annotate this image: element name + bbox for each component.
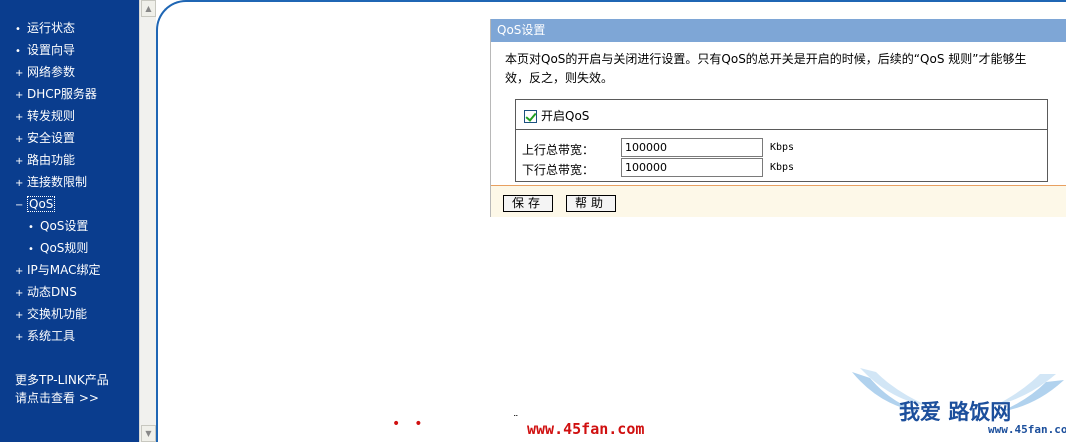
scroll-down-icon[interactable]: ▼ (141, 425, 156, 442)
panel-title: QoS设置 (491, 19, 1066, 42)
menu-list: • 运行状态 • 设置向导 + 网络参数 + DHCP服务器 + 转发规则 + 安全设置 +… (0, 0, 139, 347)
expand-icon: + (15, 156, 24, 167)
expand-icon: + (15, 288, 24, 299)
menu-item-label: 设置向导 (27, 43, 76, 57)
bullet-icon: • (15, 46, 21, 57)
expand-icon: + (15, 266, 24, 277)
menu-item-label: 连接数限制 (27, 175, 88, 189)
bullet-icon: • (15, 24, 21, 35)
download-label: 下行总带宽： (522, 163, 595, 177)
menu-item-ip-mac[interactable]: + IP与MAC绑定 (0, 259, 139, 281)
watermark-url: www.45fan.com (527, 420, 645, 438)
menu-item-routing[interactable]: + 路由功能 (0, 149, 139, 171)
upload-unit: Kbps (770, 142, 795, 153)
collapse-icon: − (15, 200, 24, 211)
enable-qos-label: 开启QoS (541, 109, 590, 123)
sidebar-scrollbar[interactable]: ▲ ▼ (139, 0, 156, 442)
menu-item-qos[interactable]: − QoS (0, 193, 139, 215)
menu-subitem-qos-settings[interactable]: • QoS设置 (0, 215, 139, 237)
save-button[interactable]: 保存 (503, 195, 553, 212)
menu-item-label: QoS规则 (40, 241, 89, 255)
upload-bandwidth-input[interactable] (621, 138, 763, 157)
click-to-view-link[interactable]: 请点击查看 >> (15, 389, 109, 407)
button-bar: 保存 帮助 (491, 189, 1066, 216)
menu-item-security[interactable]: + 安全设置 (0, 127, 139, 149)
upload-label: 上行总带宽： (522, 143, 595, 157)
menu-item-network[interactable]: + 网络参数 (0, 61, 139, 83)
menu-subitem-qos-rules[interactable]: • QoS规则 (0, 237, 139, 259)
qos-settings-panel: QoS设置 本页对QoS的开启与关闭进行设置。只有QoS的总开关是开启的时候，后… (490, 19, 1066, 217)
menu-item-conn-limit[interactable]: + 连接数限制 (0, 171, 139, 193)
bullet-icon: • (28, 222, 34, 233)
qos-fieldset: 开启QoS 上行总带宽： Kbps 下行总带宽： Kbps (515, 99, 1048, 182)
watermark-logo-text: 我爱 (899, 400, 941, 424)
watermark-dots-small: ¨ (513, 413, 519, 426)
menu-item-wizard[interactable]: • 设置向导 (0, 39, 139, 61)
menu-item-label: 运行状态 (27, 21, 76, 35)
enable-row: 开启QoS (516, 100, 1047, 130)
menu-item-label: IP与MAC绑定 (27, 263, 101, 277)
menu-item-label: 网络参数 (27, 65, 76, 79)
expand-icon: + (15, 90, 24, 101)
sidebar-menu: • 运行状态 • 设置向导 + 网络参数 + DHCP服务器 + 转发规则 + 安全设置 +… (0, 0, 139, 442)
expand-icon: + (15, 68, 24, 79)
menu-item-ddns[interactable]: + 动态DNS (0, 281, 139, 303)
menu-item-label: QoS设置 (40, 219, 89, 233)
menu-item-label: QoS (27, 196, 56, 212)
menu-item-label: 安全设置 (27, 131, 76, 145)
enable-qos-checkbox[interactable] (524, 110, 537, 123)
menu-item-forwarding[interactable]: + 转发规则 (0, 105, 139, 127)
menu-item-system-tools[interactable]: + 系统工具 (0, 325, 139, 347)
help-button[interactable]: 帮助 (566, 195, 616, 212)
menu-item-label: 转发规则 (27, 109, 76, 123)
menu-item-label: DHCP服务器 (27, 87, 97, 101)
menu-item-label: 动态DNS (27, 285, 77, 299)
download-unit: Kbps (770, 162, 795, 173)
watermark-logo-brand: 路饭网 (948, 400, 1012, 424)
menu-item-status[interactable]: • 运行状态 (0, 17, 139, 39)
more-products-link[interactable]: 更多TP-LINK产品 (15, 371, 109, 389)
watermark-logo: 我爱 路饭网 (899, 396, 1011, 426)
expand-icon: + (15, 112, 24, 123)
menu-item-label: 路由功能 (27, 153, 76, 167)
menu-item-label: 系统工具 (27, 329, 76, 343)
menu-item-dhcp[interactable]: + DHCP服务器 (0, 83, 139, 105)
bullet-icon: • (28, 244, 34, 255)
expand-icon: + (15, 310, 24, 321)
scroll-up-icon[interactable]: ▲ (141, 0, 156, 17)
watermark-logo-url: www.45fan.com (988, 423, 1066, 436)
menu-item-switch[interactable]: + 交换机功能 (0, 303, 139, 325)
more-products: 更多TP-LINK产品 请点击查看 >> (15, 371, 109, 407)
panel-description: 本页对QoS的开启与关闭进行设置。只有QoS的总开关是开启的时候，后续的“QoS… (505, 52, 1027, 85)
download-bandwidth-input[interactable] (621, 158, 763, 177)
panel-body: 本页对QoS的开启与关闭进行设置。只有QoS的总开关是开启的时候，后续的“QoS… (491, 42, 1066, 186)
expand-icon: + (15, 178, 24, 189)
menu-item-label: 交换机功能 (27, 307, 88, 321)
expand-icon: + (15, 134, 24, 145)
watermark-dots: •• (392, 416, 437, 432)
expand-icon: + (15, 332, 24, 343)
